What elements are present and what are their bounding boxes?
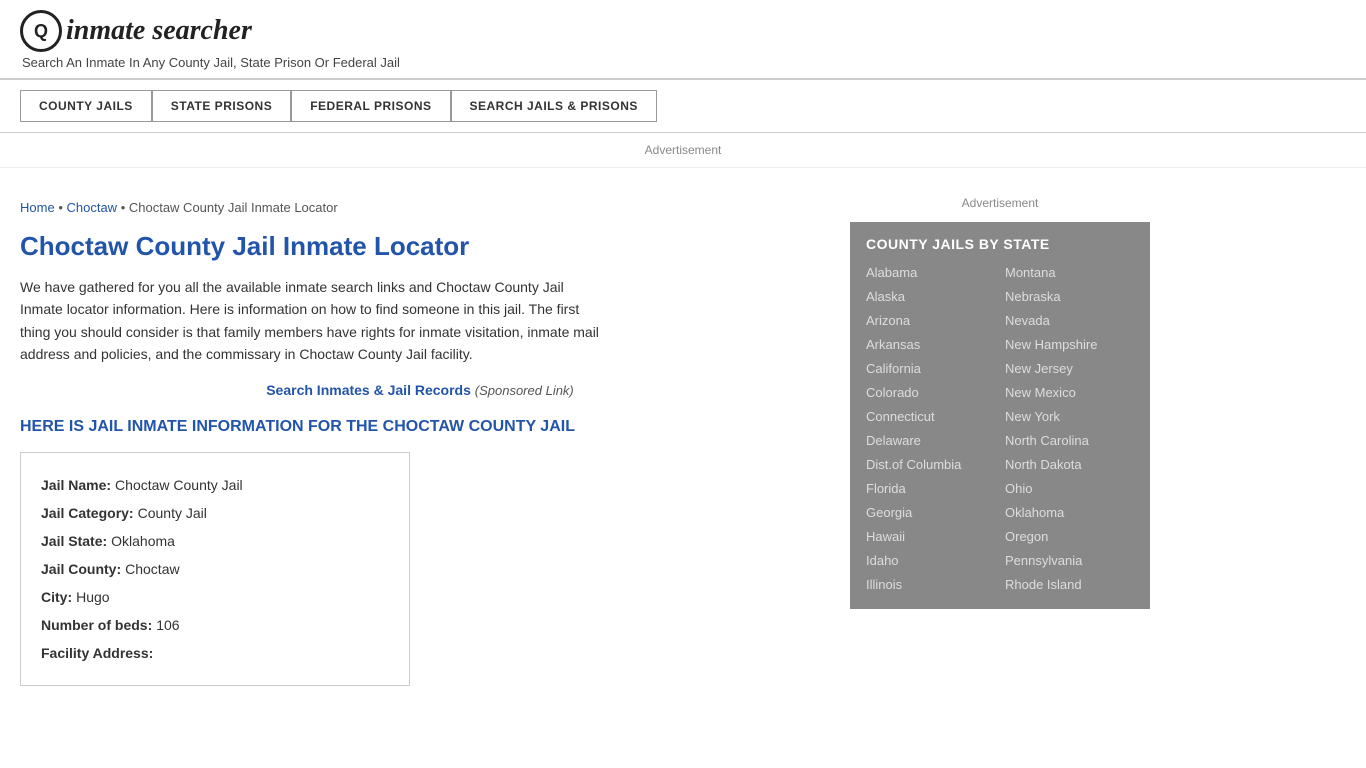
field-label-jail-name: Jail Name: <box>41 471 111 499</box>
nav-federal-prisons[interactable]: FEDERAL PRISONS <box>291 90 450 122</box>
state-item[interactable]: Illinois <box>866 574 995 595</box>
nav-buttons: COUNTY JAILS STATE PRISONS FEDERAL PRISO… <box>20 90 1346 122</box>
sidebar: Advertisement COUNTY JAILS BY STATE Alab… <box>840 178 1150 706</box>
state-item[interactable]: Arizona <box>866 310 995 331</box>
state-item[interactable]: New York <box>1005 406 1134 427</box>
field-label-facility-address: Facility Address: <box>41 639 153 667</box>
page-title: Choctaw County Jail Inmate Locator <box>20 231 820 262</box>
state-item[interactable]: California <box>866 358 995 379</box>
section-heading: HERE IS JAIL INMATE INFORMATION FOR THE … <box>20 418 610 436</box>
state-item[interactable]: Florida <box>866 478 995 499</box>
state-item[interactable]: Montana <box>1005 262 1134 283</box>
main-content: Home • Choctaw • Choctaw County Jail Inm… <box>20 178 840 706</box>
site-header: Q inmate searcher Search An Inmate In An… <box>0 0 1366 80</box>
field-value-beds: 106 <box>156 611 179 639</box>
state-item[interactable]: Nebraska <box>1005 286 1134 307</box>
state-list: Alabama Montana Alaska Nebraska Arizona Nevad… <box>866 262 1134 595</box>
state-item[interactable]: New Hampshire <box>1005 334 1134 355</box>
breadcrumb: Home • Choctaw • Choctaw County Jail Inm… <box>20 200 820 215</box>
page-layout: Home • Choctaw • Choctaw County Jail Inm… <box>0 178 1366 706</box>
county-jails-title: COUNTY JAILS BY STATE <box>866 236 1134 252</box>
state-item[interactable]: Hawaii <box>866 526 995 547</box>
nav-state-prisons[interactable]: STATE PRISONS <box>152 90 291 122</box>
tagline: Search An Inmate In Any County Jail, Sta… <box>22 55 1346 70</box>
nav-county-jails[interactable]: COUNTY JAILS <box>20 90 152 122</box>
nav-search-jails[interactable]: SEARCH JAILS & PRISONS <box>451 90 657 122</box>
breadcrumb-current: Choctaw County Jail Inmate Locator <box>129 200 338 215</box>
state-item[interactable]: Idaho <box>866 550 995 571</box>
page-description: We have gathered for you all the availab… <box>20 276 610 366</box>
state-item[interactable]: Oklahoma <box>1005 502 1134 523</box>
field-jail-name: Jail Name: Choctaw County Jail <box>41 471 389 499</box>
field-value-city: Hugo <box>76 583 109 611</box>
state-item[interactable]: Dist.of Columbia <box>866 454 995 475</box>
field-label-beds: Number of beds: <box>41 611 152 639</box>
state-item[interactable]: Oregon <box>1005 526 1134 547</box>
state-item[interactable]: Rhode Island <box>1005 574 1134 595</box>
field-city: City: Hugo <box>41 583 389 611</box>
field-beds: Number of beds: 106 <box>41 611 389 639</box>
sponsored-link[interactable]: Search Inmates & Jail Records <box>266 382 471 398</box>
state-item[interactable]: North Carolina <box>1005 430 1134 451</box>
state-item[interactable]: New Jersey <box>1005 358 1134 379</box>
state-item[interactable]: Pennsylvania <box>1005 550 1134 571</box>
state-item[interactable]: Georgia <box>866 502 995 523</box>
state-item[interactable]: Ohio <box>1005 478 1134 499</box>
state-item[interactable]: Connecticut <box>866 406 995 427</box>
state-item[interactable]: North Dakota <box>1005 454 1134 475</box>
sponsored-link-area: Search Inmates & Jail Records (Sponsored… <box>20 382 820 398</box>
field-jail-county: Jail County: Choctaw <box>41 555 389 583</box>
nav-bar: COUNTY JAILS STATE PRISONS FEDERAL PRISO… <box>0 80 1366 133</box>
state-item[interactable]: Colorado <box>866 382 995 403</box>
field-value-jail-state: Oklahoma <box>111 527 175 555</box>
state-item[interactable]: Alaska <box>866 286 995 307</box>
field-value-jail-county: Choctaw <box>125 555 179 583</box>
field-value-jail-name: Choctaw County Jail <box>115 471 243 499</box>
field-label-jail-state: Jail State: <box>41 527 107 555</box>
state-item[interactable]: New Mexico <box>1005 382 1134 403</box>
logo-area: Q inmate searcher <box>20 10 1346 52</box>
field-facility-address: Facility Address: <box>41 639 389 667</box>
breadcrumb-parent[interactable]: Choctaw <box>66 200 117 215</box>
logo-icon: Q <box>20 10 62 52</box>
field-label-jail-county: Jail County: <box>41 555 121 583</box>
state-item[interactable]: Delaware <box>866 430 995 451</box>
field-label-jail-category: Jail Category: <box>41 499 134 527</box>
county-jails-box: COUNTY JAILS BY STATE Alabama Montana Alas… <box>850 222 1150 609</box>
state-item[interactable]: Nevada <box>1005 310 1134 331</box>
info-box: Jail Name: Choctaw County Jail Jail Cate… <box>20 452 410 686</box>
sidebar-ad: Advertisement <box>850 188 1150 222</box>
state-item[interactable]: Alabama <box>866 262 995 283</box>
field-label-city: City: <box>41 583 72 611</box>
field-jail-state: Jail State: Oklahoma <box>41 527 389 555</box>
breadcrumb-separator2: • <box>121 200 129 215</box>
state-item[interactable]: Arkansas <box>866 334 995 355</box>
ad-banner: Advertisement <box>0 133 1366 168</box>
logo-text: inmate searcher <box>66 15 252 47</box>
field-jail-category: Jail Category: County Jail <box>41 499 389 527</box>
breadcrumb-home[interactable]: Home <box>20 200 55 215</box>
field-value-jail-category: County Jail <box>138 499 207 527</box>
sponsored-suffix: (Sponsored Link) <box>475 383 574 398</box>
